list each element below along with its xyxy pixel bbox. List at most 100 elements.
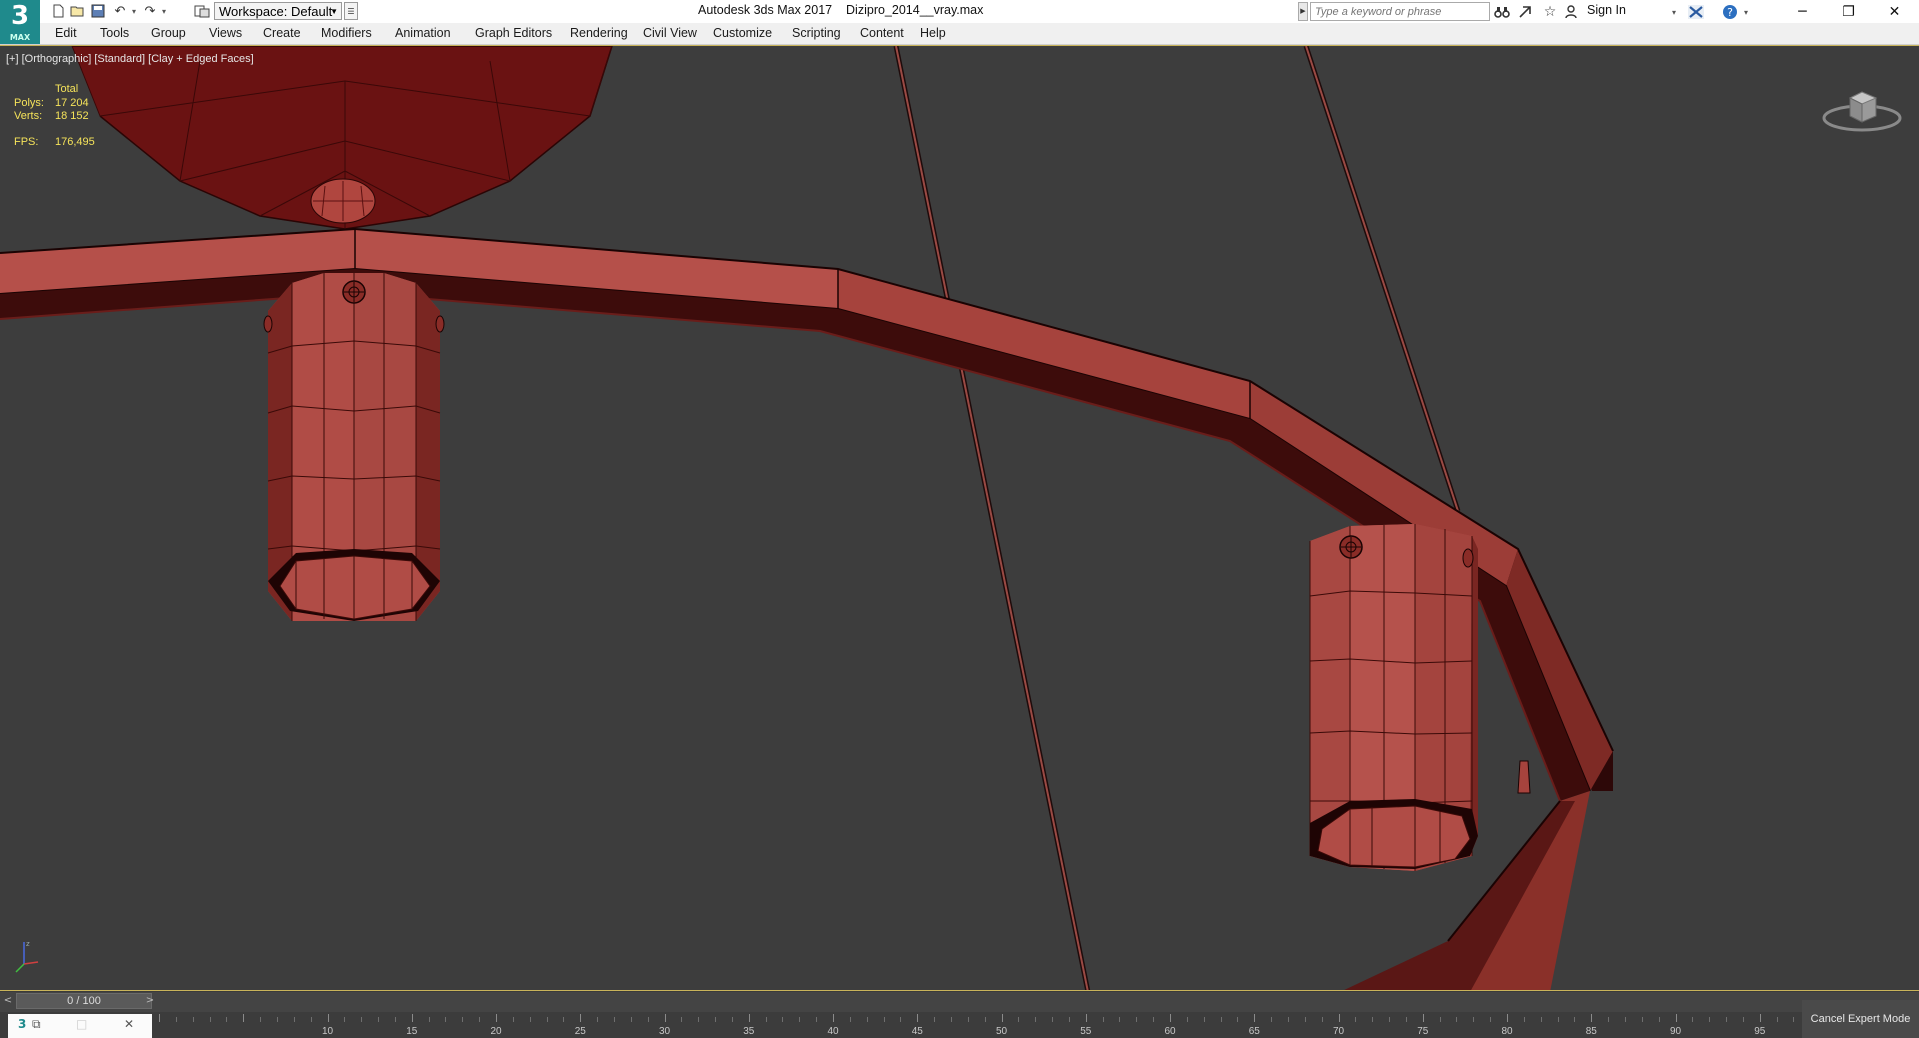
blank-icon: □ (76, 1017, 88, 1031)
workspace-dropdown[interactable]: Workspace: Default ▼ (214, 2, 342, 20)
timeline-tick (1220, 1017, 1222, 1022)
svg-text:z: z (26, 940, 30, 948)
timeline-label: 55 (1080, 1026, 1092, 1037)
autodesk-x-icon[interactable] (1686, 2, 1706, 21)
timeline-tick (1170, 1014, 1171, 1022)
timeline-tick (1507, 1014, 1508, 1022)
time-slider[interactable]: 0 / 100 (16, 993, 152, 1009)
timeline-tick (1186, 1017, 1188, 1022)
timeline-tick (681, 1017, 683, 1022)
search-expand-button[interactable]: ▶ (1298, 2, 1308, 21)
close-icon[interactable]: ✕ (1872, 0, 1917, 23)
timeline-tick (698, 1017, 700, 1022)
timeline-tick (1709, 1017, 1711, 1022)
timeline-label: 85 (1585, 1026, 1597, 1037)
save-icon[interactable] (88, 2, 108, 20)
menu-graph-editors[interactable]: Graph Editors (475, 26, 552, 40)
workspace-menu-button[interactable]: ☰ (344, 2, 358, 20)
fps-value: 176,495 (55, 136, 95, 148)
viewport-label[interactable]: [+] [Orthographic] [Standard] [Clay + Ed… (6, 53, 254, 65)
timeline-tick (950, 1017, 952, 1022)
timeline-tick (1372, 1017, 1374, 1022)
timeline-tick (731, 1017, 733, 1022)
timeline-ruler[interactable]: 101520253035404550556065707580859095100 (152, 1012, 1852, 1038)
timeline-tick (647, 1017, 649, 1022)
timeline-tick (1119, 1017, 1121, 1022)
timeline-tick (1540, 1017, 1542, 1022)
close-mini-icon[interactable]: ✕ (124, 1017, 134, 1031)
timeline-tick (1793, 1017, 1795, 1022)
perspective-viewport[interactable]: [+] [Orthographic] [Standard] [Clay + Ed… (0, 45, 1919, 991)
redo-icon[interactable]: ↷ (140, 2, 160, 20)
help-dropdown[interactable]: ▾ (1742, 3, 1750, 21)
timeline-tick (394, 1017, 396, 1022)
minimize-icon[interactable]: ─ (1780, 0, 1825, 23)
menu-modifiers[interactable]: Modifiers (321, 26, 372, 40)
restore-icon[interactable]: ⧉ (32, 1017, 41, 1032)
timeline-tick (159, 1014, 160, 1022)
menu-views[interactable]: Views (209, 26, 242, 40)
timeline-tick (1321, 1017, 1323, 1022)
timeline-tick (1490, 1017, 1492, 1022)
timeline-tick (293, 1017, 295, 1022)
menu-civil-view[interactable]: Civil View (643, 26, 697, 40)
new-icon[interactable] (48, 2, 68, 20)
timeline-label: 60 (1164, 1026, 1176, 1037)
timeline-tick (967, 1017, 969, 1022)
undo-icon[interactable]: ↶ (110, 2, 130, 20)
logo-sub: MAX (9, 33, 31, 42)
project-icon[interactable] (192, 2, 212, 20)
timeline-tick (917, 1014, 919, 1022)
menu-content[interactable]: Content (860, 26, 904, 40)
timeline-tick (192, 1017, 194, 1022)
binoculars-icon[interactable] (1492, 2, 1512, 21)
timeline-tick (1675, 1014, 1677, 1022)
menu-help[interactable]: Help (920, 26, 946, 40)
redo-dropdown[interactable]: ▾ (160, 2, 168, 20)
chevron-down-icon: ▼ (330, 7, 338, 16)
mini-listener[interactable]: 3 ⧉ □ ✕ (8, 1014, 152, 1038)
maxscript-icon[interactable]: 3 (18, 1017, 26, 1031)
view-cube-icon[interactable] (1822, 80, 1902, 140)
menu-create[interactable]: Create (263, 26, 301, 40)
timeline-tick (934, 1017, 936, 1022)
menu-animation[interactable]: Animation (395, 26, 451, 40)
timeline-tick (748, 1014, 750, 1022)
user-icon[interactable] (1564, 2, 1578, 21)
cancel-expert-mode-button[interactable]: Cancel Expert Mode (1802, 1000, 1919, 1038)
menu-tools[interactable]: Tools (100, 26, 129, 40)
menu-edit[interactable]: Edit (55, 26, 77, 40)
time-next-button[interactable]: > (144, 994, 156, 1008)
open-icon[interactable] (68, 2, 88, 20)
menu-group[interactable]: Group (151, 26, 186, 40)
timeline-label: 70 (1332, 1026, 1345, 1037)
timeline-tick (1759, 1014, 1761, 1022)
menu-scripting[interactable]: Scripting (792, 26, 841, 40)
maximize-icon[interactable]: ❐ (1826, 0, 1871, 23)
favorites-icon[interactable]: ☆ (1540, 2, 1560, 21)
sign-in-button[interactable]: Sign In (1587, 3, 1626, 17)
sign-in-dropdown[interactable]: ▾ (1670, 3, 1678, 21)
time-slider-bar: < 0 / 100 > (0, 992, 1919, 1012)
timeline-tick (580, 1014, 582, 1022)
timeline-label: 65 (1248, 1026, 1260, 1037)
time-prev-button[interactable]: < (2, 994, 14, 1008)
timeline-tick (597, 1017, 599, 1022)
timeline-tick (175, 1017, 177, 1022)
menu-rendering[interactable]: Rendering (570, 26, 628, 40)
timeline-tick (1776, 1017, 1778, 1022)
timeline-tick (529, 1017, 531, 1022)
timeline-tick (1254, 1014, 1256, 1022)
app-logo-button[interactable]: 3 MAX (0, 0, 40, 44)
timeline-tick (445, 1017, 447, 1022)
timeline-tick (310, 1017, 312, 1022)
timeline-tick (613, 1017, 615, 1022)
timeline-tick (361, 1017, 363, 1022)
help-icon[interactable]: ? (1720, 2, 1740, 21)
menu-customize[interactable]: Customize (713, 26, 772, 40)
axis-tripod-icon: z (12, 936, 42, 976)
search-input[interactable] (1310, 2, 1490, 21)
exchange-icon[interactable] (1515, 2, 1535, 21)
timeline-tick (462, 1017, 464, 1022)
undo-dropdown[interactable]: ▾ (130, 2, 138, 20)
